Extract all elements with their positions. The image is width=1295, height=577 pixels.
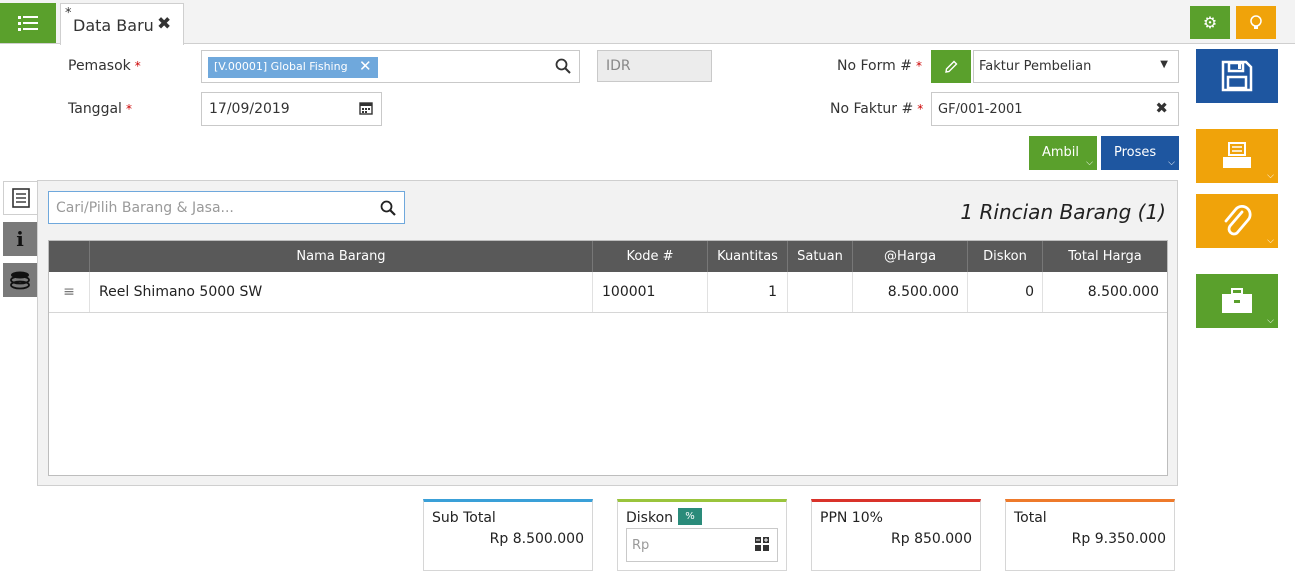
form-type-value: Faktur Pembelian bbox=[979, 59, 1092, 74]
invoice-no-input[interactable]: GF/001-2001 ✖ bbox=[931, 92, 1179, 126]
cell-kuantitas[interactable]: 1 bbox=[707, 272, 787, 312]
lightbulb-icon bbox=[1250, 14, 1262, 29]
subtotal-value: Rp 8.500.000 bbox=[489, 531, 584, 547]
discount-card: Diskon % Rp bbox=[617, 499, 787, 571]
date-input[interactable]: 17/09/2019 bbox=[201, 92, 382, 126]
detail-count-title: 1 Rincian Barang (1) bbox=[960, 200, 1166, 224]
top-bar bbox=[0, 0, 1295, 44]
dropdown-arrow-icon: ▼ bbox=[1160, 59, 1168, 70]
supplier-tag-label: [V.00001] Global Fishing bbox=[214, 60, 348, 73]
discount-placeholder: Rp bbox=[632, 538, 650, 553]
tab-payment[interactable] bbox=[3, 263, 37, 297]
list-icon bbox=[18, 16, 38, 31]
percent-toggle[interactable]: % bbox=[678, 508, 702, 525]
header-nama-barang[interactable]: Nama Barang bbox=[89, 241, 592, 272]
supplier-input[interactable]: [V.00001] Global Fishing ✕ bbox=[201, 50, 580, 83]
chevron-down-icon: ⌵ bbox=[1267, 316, 1274, 326]
calculator-icon[interactable] bbox=[755, 537, 769, 551]
item-search-placeholder: Cari/Pilih Barang & Jasa... bbox=[56, 200, 234, 216]
tab-data-baru[interactable]: * Data Baru ✖ bbox=[60, 3, 184, 45]
total-value: Rp 9.350.000 bbox=[1071, 531, 1166, 547]
chevron-down-icon: ⌵ bbox=[1086, 158, 1093, 168]
proses-label: Proses bbox=[1114, 145, 1157, 160]
modified-mark: * bbox=[65, 6, 72, 21]
currency-field: IDR bbox=[597, 50, 712, 82]
invoice-no-label: No Faktur # * bbox=[830, 101, 924, 117]
calendar-icon[interactable] bbox=[359, 101, 373, 115]
document-icon bbox=[11, 188, 30, 208]
clear-icon[interactable]: ✖ bbox=[1155, 99, 1168, 117]
discount-label: Diskon bbox=[626, 510, 674, 526]
gear-icon: ⚙ bbox=[1202, 13, 1218, 32]
cell-total-harga[interactable]: 8.500.000 bbox=[1042, 272, 1167, 312]
search-icon[interactable] bbox=[555, 58, 571, 74]
cell-satuan[interactable] bbox=[787, 272, 852, 312]
tools-button[interactable]: ⌵ bbox=[1196, 274, 1278, 328]
ambil-label: Ambil bbox=[1042, 145, 1080, 160]
chevron-down-icon: ⌵ bbox=[1168, 158, 1175, 168]
header-kode[interactable]: Kode # bbox=[592, 241, 707, 272]
header-handle bbox=[49, 241, 89, 272]
chevron-down-icon: ⌵ bbox=[1267, 171, 1274, 181]
form-type-select[interactable]: Faktur Pembelian ▼ bbox=[973, 50, 1179, 83]
close-icon[interactable]: ✖ bbox=[157, 14, 171, 34]
ambil-button[interactable]: Ambil ⌵ bbox=[1029, 136, 1097, 170]
header-kuantitas[interactable]: Kuantitas bbox=[707, 241, 787, 272]
print-icon bbox=[1223, 142, 1251, 168]
supplier-label: Pemasok * bbox=[68, 58, 141, 74]
attach-button[interactable]: ⌵ bbox=[1196, 194, 1278, 248]
detail-table: Nama Barang Kode # Kuantitas Satuan @Har… bbox=[48, 240, 1168, 476]
total-label: Total bbox=[1014, 510, 1047, 526]
search-icon[interactable] bbox=[380, 200, 396, 216]
paperclip-icon bbox=[1224, 204, 1252, 236]
remove-supplier-icon[interactable]: ✕ bbox=[359, 57, 372, 75]
subtotal-card: Sub Total Rp 8.500.000 bbox=[423, 499, 593, 571]
tab-detail-items[interactable] bbox=[3, 181, 37, 215]
menu-button[interactable] bbox=[0, 3, 56, 43]
header-harga[interactable]: @Harga bbox=[852, 241, 967, 272]
settings-button[interactable]: ⚙ bbox=[1190, 6, 1230, 39]
save-icon bbox=[1221, 60, 1253, 92]
tips-button[interactable] bbox=[1236, 6, 1276, 39]
ppn-value: Rp 850.000 bbox=[891, 531, 972, 547]
cell-diskon[interactable]: 0 bbox=[967, 272, 1042, 312]
discount-input[interactable]: Rp bbox=[626, 528, 778, 562]
ppn-label: PPN 10% bbox=[820, 510, 883, 526]
cell-nama-barang[interactable]: Reel Shimano 5000 SW bbox=[89, 272, 592, 312]
table-header: Nama Barang Kode # Kuantitas Satuan @Har… bbox=[49, 241, 1167, 272]
header-satuan[interactable]: Satuan bbox=[787, 241, 852, 272]
item-search-input[interactable]: Cari/Pilih Barang & Jasa... bbox=[48, 191, 405, 224]
invoice-no-value: GF/001-2001 bbox=[938, 102, 1023, 117]
edit-form-button[interactable] bbox=[931, 50, 971, 83]
tab-title: Data Baru bbox=[73, 16, 154, 35]
form-no-label: No Form # * bbox=[837, 58, 922, 74]
pencil-icon bbox=[945, 60, 958, 73]
total-card: Total Rp 9.350.000 bbox=[1005, 499, 1175, 571]
info-icon: i bbox=[16, 227, 24, 251]
table-row[interactable]: ≡ Reel Shimano 5000 SW 100001 1 8.500.00… bbox=[49, 272, 1167, 313]
date-value: 17/09/2019 bbox=[209, 101, 290, 117]
cell-harga[interactable]: 8.500.000 bbox=[852, 272, 967, 312]
subtotal-label: Sub Total bbox=[432, 510, 496, 526]
header-diskon[interactable]: Diskon bbox=[967, 241, 1042, 272]
cell-kode[interactable]: 100001 bbox=[592, 272, 707, 312]
proses-button[interactable]: Proses ⌵ bbox=[1101, 136, 1179, 170]
supplier-tag: [V.00001] Global Fishing ✕ bbox=[208, 57, 378, 78]
print-button[interactable]: ⌵ bbox=[1196, 129, 1278, 183]
save-button[interactable] bbox=[1196, 49, 1278, 103]
drag-handle-icon[interactable]: ≡ bbox=[49, 272, 89, 312]
ppn-card: PPN 10% Rp 850.000 bbox=[811, 499, 981, 571]
coins-icon bbox=[10, 271, 30, 290]
chevron-down-icon: ⌵ bbox=[1267, 236, 1274, 246]
tab-info[interactable]: i bbox=[3, 222, 37, 256]
date-label: Tanggal * bbox=[68, 101, 132, 117]
briefcase-icon bbox=[1222, 288, 1252, 313]
header-total-harga[interactable]: Total Harga bbox=[1042, 241, 1167, 272]
